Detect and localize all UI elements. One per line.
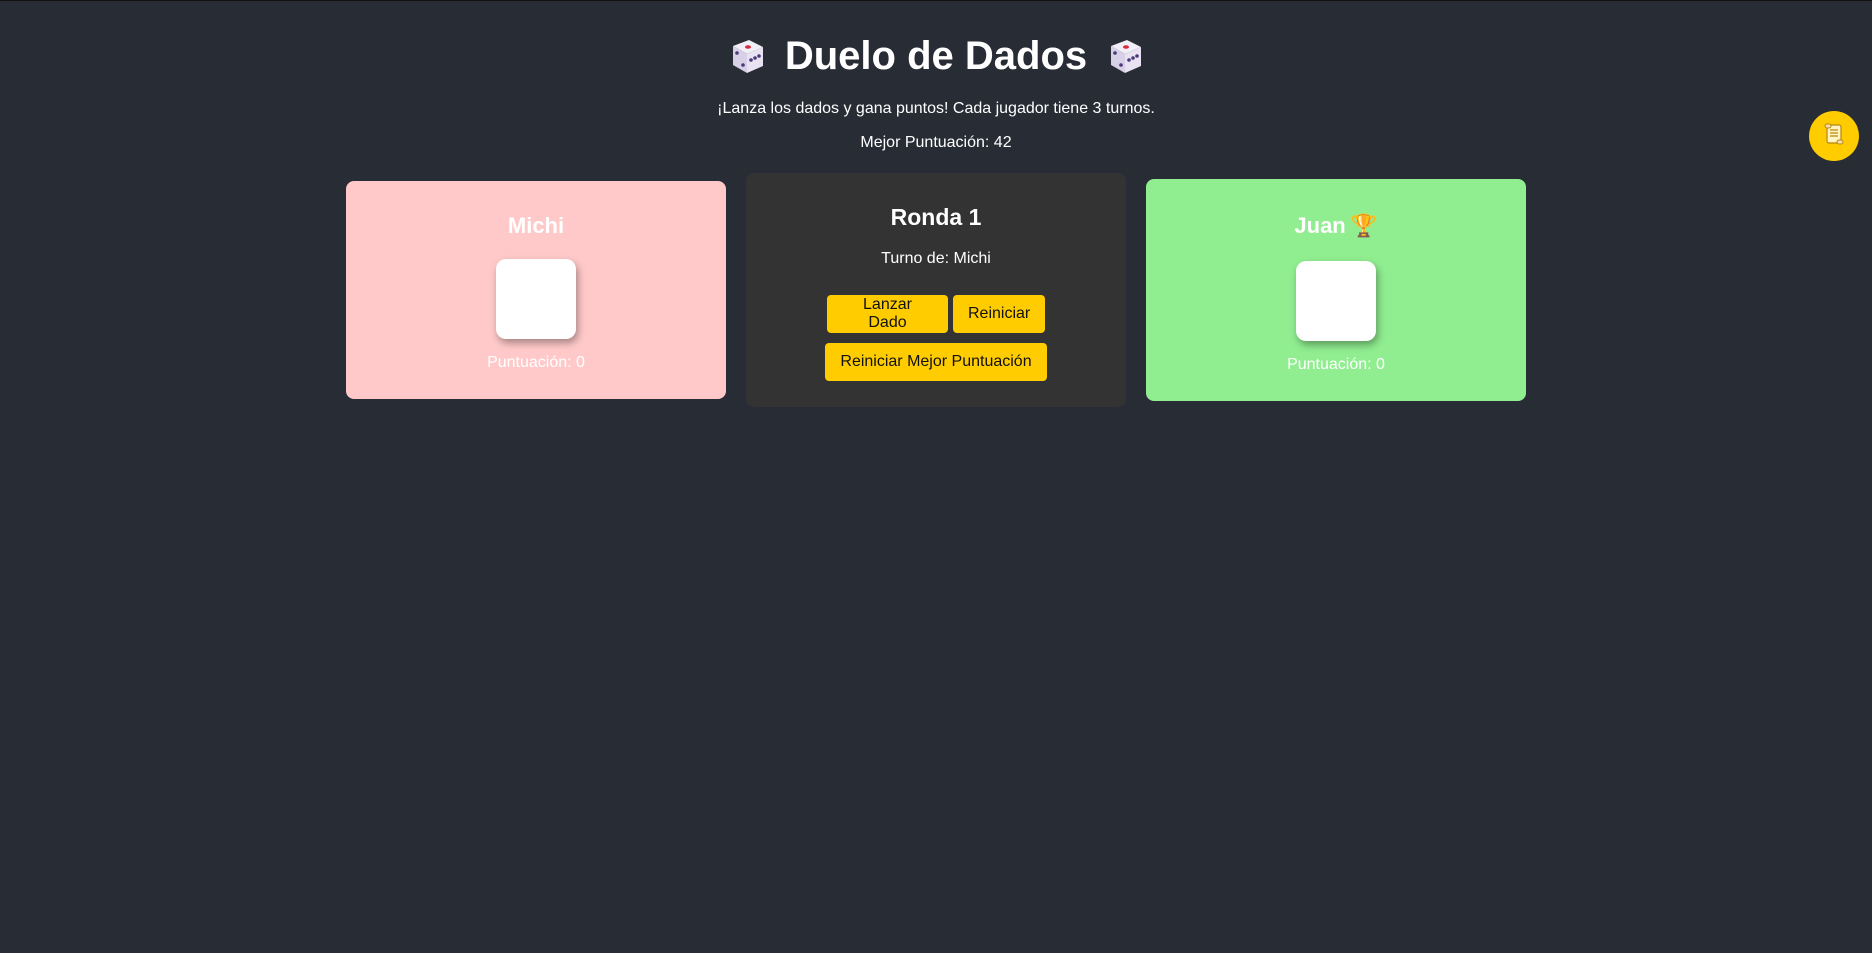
player-score: Puntuación: 0 [1287, 356, 1385, 373]
subtitle: ¡Lanza los dados y gana puntos! Cada jug… [717, 100, 1155, 117]
player-die [1296, 261, 1376, 341]
round-label: Ronda 1 [890, 204, 982, 230]
trophy-icon: 🏆 [1350, 213, 1378, 238]
roll-die-button[interactable]: Lanzar Dado [827, 295, 948, 333]
die-icon [727, 36, 767, 76]
scroll-icon [1821, 121, 1847, 152]
round-panel: Ronda 1 Turno de: Michi Lanzar Dado Rein… [746, 173, 1126, 407]
player-card-juan: Juan 🏆 Puntuación: 0 [1146, 179, 1526, 401]
player-score: Puntuación: 0 [487, 354, 585, 371]
best-score: Mejor Puntuación: 42 [860, 134, 1012, 151]
header: Duelo de Dados [0, 28, 1872, 84]
reset-button[interactable]: Reiniciar [953, 295, 1045, 333]
page-title-row: Duelo de Dados [727, 28, 1145, 84]
top-border [0, 0, 1872, 1]
player-card-michi: Michi Puntuación: 0 [346, 181, 726, 399]
turn-label: Turno de: Michi [881, 250, 991, 267]
die-icon [1105, 36, 1145, 76]
player-name-row: Juan 🏆 [1146, 212, 1526, 240]
player-name: Juan [1294, 213, 1346, 238]
player-die [496, 259, 576, 339]
page-title: Duelo de Dados [784, 34, 1088, 78]
reset-best-score-button[interactable]: Reiniciar Mejor Puntuación [825, 343, 1047, 381]
player-name: Michi [507, 213, 565, 238]
history-fab-button[interactable] [1809, 111, 1859, 161]
